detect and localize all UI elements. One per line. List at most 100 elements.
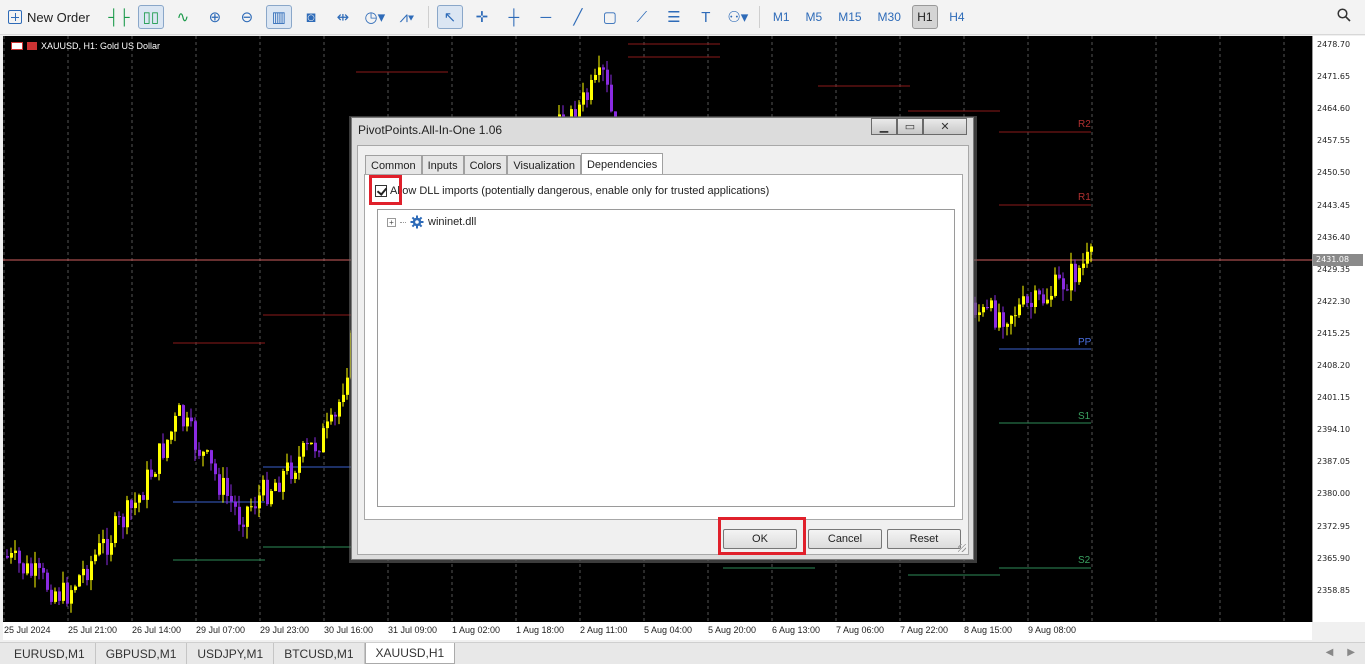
- tab-inputs[interactable]: Inputs: [421, 155, 464, 175]
- zoom-in-icon[interactable]: ⊕: [202, 5, 228, 29]
- candle-body: [1058, 274, 1061, 279]
- timeframe-h1[interactable]: H1: [911, 5, 938, 29]
- allow-dll-label: Allow DLL imports (potentially dangerous…: [390, 185, 770, 197]
- crosshair-icon[interactable]: ✛: [469, 5, 495, 29]
- time-tick-label: 7 Aug 22:00: [900, 625, 949, 635]
- price-tick-label: 2365.90: [1317, 553, 1351, 563]
- price-tick-label: 2436.40: [1317, 232, 1351, 242]
- gann-icon[interactable]: ⟋: [629, 5, 655, 29]
- candle-body: [266, 479, 269, 505]
- timeframe-m15[interactable]: M15: [833, 5, 866, 29]
- time-tick-label: 1 Aug 18:00: [516, 625, 565, 635]
- candle-body: [26, 563, 29, 574]
- window-controls: ▁ ▭ ✕: [871, 118, 967, 135]
- tab-prev-icon[interactable]: ◀: [1326, 647, 1334, 658]
- allow-dll-row[interactable]: Allow DLL imports (potentially dangerous…: [375, 185, 769, 197]
- candle-body: [1050, 295, 1053, 300]
- dependencies-panel: Allow DLL imports (potentially dangerous…: [364, 174, 963, 520]
- chart-title: XAUUSD, H1: Gold US Dollar: [11, 41, 160, 51]
- zoom-out-icon[interactable]: ⊖: [234, 5, 260, 29]
- timeframe-m1[interactable]: M1: [768, 5, 795, 29]
- vertical-line-icon[interactable]: ┼: [501, 5, 527, 29]
- candle-body: [334, 414, 337, 417]
- candle-body: [18, 550, 21, 564]
- trendline-icon[interactable]: ╱: [565, 5, 591, 29]
- candle-body: [230, 495, 233, 502]
- new-order-label: New Order: [27, 9, 90, 25]
- tab-btcusd[interactable]: BTCUSD,M1: [274, 643, 365, 664]
- candle-body: [1074, 263, 1077, 283]
- time-tick-label: 25 Jul 21:00: [68, 625, 118, 635]
- indicators-icon[interactable]: ⩘▾: [394, 5, 420, 29]
- minimize-icon[interactable]: ▁: [871, 118, 897, 135]
- candle-body: [138, 495, 141, 503]
- candle-body: [270, 490, 273, 505]
- tab-next-icon[interactable]: ▶: [1347, 647, 1355, 658]
- candle-body: [70, 590, 73, 604]
- tab-colors[interactable]: Colors: [463, 155, 508, 175]
- screenshot-icon[interactable]: ◙: [298, 5, 324, 29]
- candle-body: [142, 495, 145, 500]
- dependency-tree[interactable]: + wininet.dll: [377, 209, 955, 507]
- horizontal-line-icon[interactable]: ─: [533, 5, 559, 29]
- tab-eurusd[interactable]: EURUSD,M1: [4, 643, 96, 664]
- chart-shift-icon[interactable]: ▥: [265, 5, 292, 29]
- timeframe-m5[interactable]: M5: [801, 5, 828, 29]
- candle-body: [218, 474, 221, 495]
- resize-grip-icon[interactable]: [958, 544, 966, 552]
- tab-common[interactable]: Common: [365, 155, 422, 175]
- price-tick-label: 2457.55: [1317, 136, 1351, 146]
- price-tick-label: 2415.25: [1317, 328, 1351, 338]
- candle-body: [990, 300, 993, 309]
- candle-body: [190, 417, 193, 422]
- cancel-button[interactable]: Cancel: [808, 529, 882, 549]
- candle-body: [610, 84, 613, 112]
- candle-body: [590, 79, 593, 100]
- time-tick-label: 1 Aug 02:00: [452, 625, 501, 635]
- price-tick-label: 2464.60: [1317, 104, 1351, 114]
- cursor-icon[interactable]: ↖: [436, 5, 463, 29]
- tab-visualization[interactable]: Visualization: [507, 155, 581, 175]
- dialog-body: Common Inputs Colors Visualization Depen…: [357, 145, 969, 555]
- symbol-icon: [27, 42, 37, 50]
- candle-body: [242, 524, 245, 527]
- tab-dependencies[interactable]: Dependencies: [580, 153, 664, 175]
- line-chart-icon[interactable]: ∿: [170, 5, 196, 29]
- close-icon[interactable]: ✕: [923, 118, 967, 135]
- candle-body: [326, 421, 329, 429]
- text-icon[interactable]: T: [693, 5, 719, 29]
- fibonacci-icon[interactable]: ☰: [661, 5, 687, 29]
- reset-button[interactable]: Reset: [887, 529, 961, 549]
- bar-chart-icon[interactable]: ┤├: [106, 5, 132, 29]
- candle-body: [166, 439, 169, 458]
- timeframe-m30[interactable]: M30: [873, 5, 906, 29]
- candle-body: [1046, 299, 1049, 304]
- expand-icon[interactable]: +: [387, 217, 396, 227]
- search-icon[interactable]: [1337, 8, 1351, 22]
- timeframe-h4[interactable]: H4: [944, 5, 970, 29]
- shapes-icon[interactable]: ⚇▾: [725, 5, 751, 29]
- candle-body: [78, 575, 81, 587]
- tab-xauusd[interactable]: XAUUSD,H1: [364, 643, 456, 664]
- maximize-icon[interactable]: ▭: [897, 118, 923, 135]
- candle-body: [586, 92, 589, 100]
- candle-body: [1082, 263, 1085, 268]
- candle-body: [154, 473, 157, 477]
- candle-body: [98, 543, 101, 555]
- candle-body: [994, 300, 997, 328]
- toolbar-divider: [758, 6, 760, 28]
- tree-item-wininet[interactable]: + wininet.dll: [387, 215, 476, 229]
- candlestick-chart-icon[interactable]: ▯▯: [137, 5, 164, 29]
- time-tick-label: 25 Jul 2024: [4, 625, 51, 635]
- candle-body: [38, 563, 41, 568]
- gear-icon: [410, 215, 424, 229]
- candle-body: [1066, 289, 1069, 291]
- new-order-button[interactable]: New Order: [8, 10, 90, 25]
- tab-gbpusd[interactable]: GBPUSD,M1: [96, 643, 188, 664]
- auto-scroll-icon[interactable]: ⇹: [330, 5, 356, 29]
- pivot-label-r2: R2: [1078, 119, 1091, 130]
- clock-icon[interactable]: ◷▾: [362, 5, 388, 29]
- rectangle-icon[interactable]: ▢: [597, 5, 623, 29]
- price-axis: 2431.08 2478.70 2471.65 2464.60 2457.55 2450…: [1312, 36, 1365, 622]
- tab-usdjpy[interactable]: USDJPY,M1: [187, 643, 275, 664]
